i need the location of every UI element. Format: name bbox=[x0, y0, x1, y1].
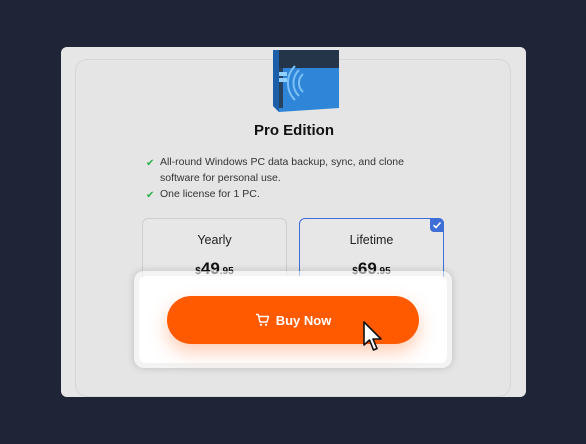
feature-item: ✔ All-round Windows PC data backup, sync… bbox=[146, 155, 446, 186]
mouse-pointer-icon bbox=[363, 321, 382, 351]
selected-check-icon bbox=[430, 218, 444, 232]
cart-icon bbox=[255, 313, 269, 326]
feature-text: All-round Windows PC data backup, sync, … bbox=[160, 156, 404, 184]
screen-frame: Pro Edition ✔ All-round Windows PC data … bbox=[0, 0, 586, 444]
feature-text: One license for 1 PC. bbox=[160, 188, 260, 200]
product-box-icon bbox=[273, 50, 339, 112]
feature-list: ✔ All-round Windows PC data backup, sync… bbox=[146, 155, 446, 204]
plan-name: Lifetime bbox=[349, 233, 394, 247]
plan-name: Yearly bbox=[197, 233, 232, 247]
check-icon: ✔ bbox=[146, 158, 155, 169]
check-icon: ✔ bbox=[146, 190, 155, 201]
product-title: Pro Edition bbox=[254, 122, 334, 139]
feature-item: ✔ One license for 1 PC. bbox=[146, 187, 446, 203]
buy-now-label: Buy Now bbox=[275, 312, 332, 328]
